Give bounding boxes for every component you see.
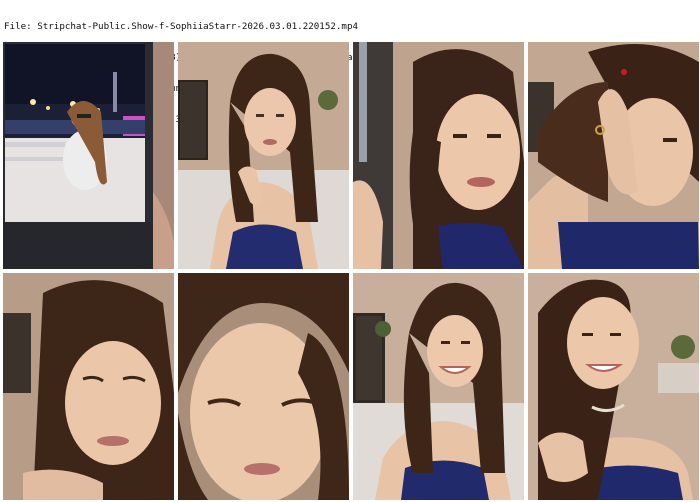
thumbnail-6-image	[178, 273, 349, 500]
thumbnail-4	[528, 42, 699, 269]
thumbnail-1-image	[3, 42, 174, 269]
thumbnail-3	[353, 42, 524, 269]
file-name-line: File: Stripchat-Public.Show-f-SophiiaSta…	[4, 21, 359, 32]
thumbnail-8	[528, 273, 699, 500]
thumbnail-3-image	[353, 42, 524, 269]
thumbnail-7	[353, 273, 524, 500]
thumbnail-1	[3, 42, 174, 269]
thumbnail-5-image	[3, 273, 174, 500]
thumbnail-6	[178, 273, 349, 500]
thumbnail-5	[3, 273, 174, 500]
thumbnail-2-image	[178, 42, 349, 269]
thumbnail-4-image	[528, 42, 699, 269]
thumbnail-7-image	[353, 273, 524, 500]
thumbnail-grid	[3, 42, 699, 500]
thumbnail-2	[178, 42, 349, 269]
thumbnail-8-image	[528, 273, 699, 500]
